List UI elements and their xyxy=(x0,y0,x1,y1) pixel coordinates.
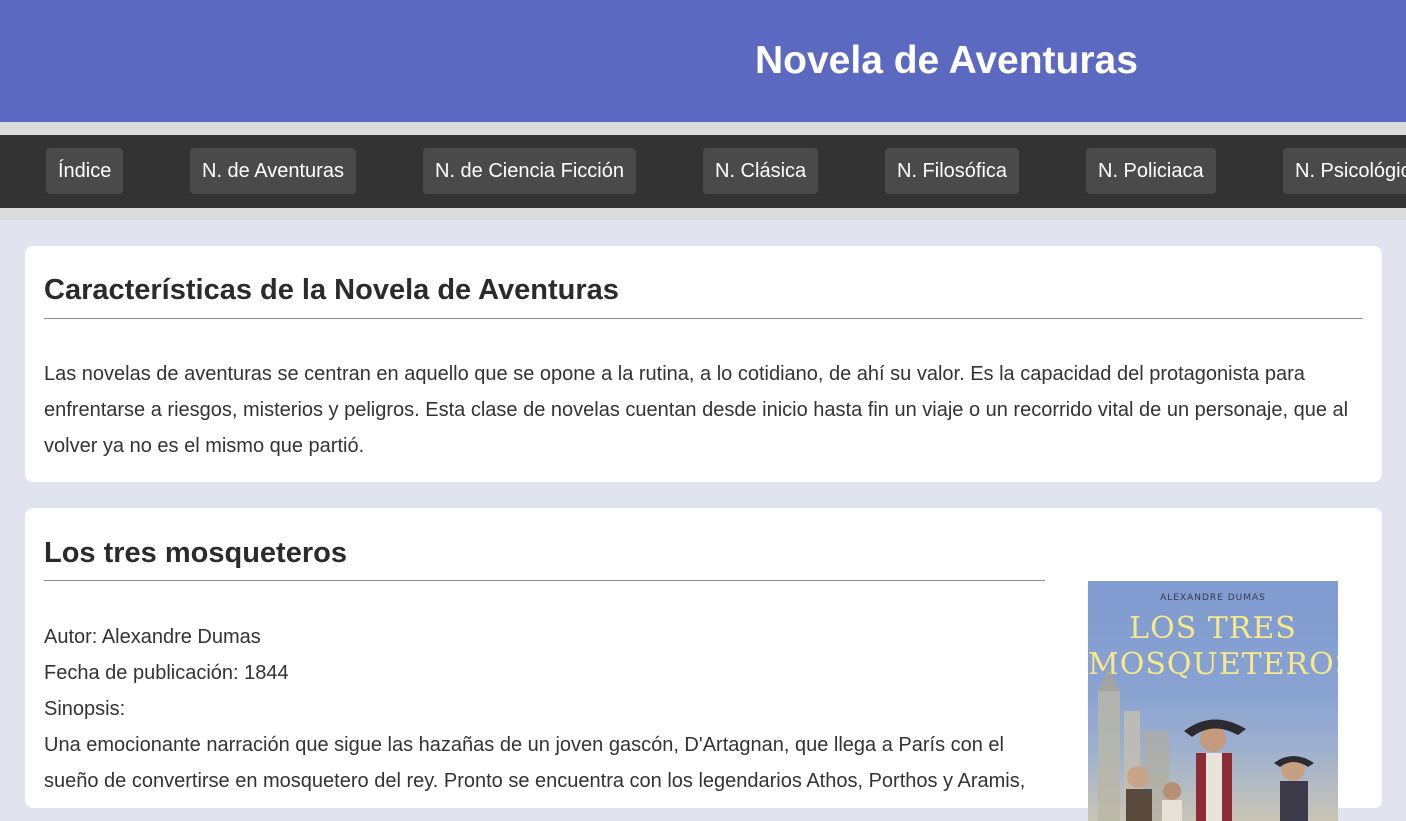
book-synopsis-line: Una emocionante narración que sigue las … xyxy=(44,734,1004,756)
nav-item-aventuras[interactable]: N. de Aventuras xyxy=(190,148,356,194)
book-synopsis-label: Sinopsis: xyxy=(44,698,126,720)
nav-item-indice[interactable]: Índice xyxy=(46,148,124,194)
nav-item-ciencia-ficcion[interactable]: N. de Ciencia Ficción xyxy=(423,148,636,194)
book-title-divider xyxy=(44,580,1045,581)
nav-item-psicologica[interactable]: N. Psicológica xyxy=(1283,148,1406,194)
nav-bar: Índice N. de Aventuras N. de Ciencia Fic… xyxy=(0,135,1406,208)
cover-illustration xyxy=(1098,667,1314,821)
nav-item-policiaca[interactable]: N. Policiaca xyxy=(1086,148,1216,194)
nav-item-filosofica[interactable]: N. Filosófica xyxy=(885,148,1020,194)
book-author: Autor: Alexandre Dumas xyxy=(44,626,261,648)
nav-divider xyxy=(0,208,1406,220)
characteristics-card: Características de la Novela de Aventura… xyxy=(25,246,1382,482)
characteristics-title: Características de la Novela de Aventura… xyxy=(44,274,619,306)
page-header: Novela de Aventuras xyxy=(0,0,1406,122)
header-divider xyxy=(0,122,1406,135)
title-divider xyxy=(44,318,1363,319)
book-publication-date: Fecha de publicación: 1844 xyxy=(44,662,289,684)
page-title: Novela de Aventuras xyxy=(755,39,1138,82)
book-cover-image: ALEXANDRE DUMAS LOS TRES MOSQUETEROS xyxy=(1088,581,1338,821)
characteristics-text: Las novelas de aventuras se centran en a… xyxy=(44,363,1349,457)
book-synopsis-line: sueño de convertirse en mosquetero del r… xyxy=(44,770,1026,792)
book-card: Los tres mosqueteros Autor: Alexandre Du… xyxy=(25,508,1382,821)
book-title: Los tres mosqueteros xyxy=(44,537,347,569)
nav-item-clasica[interactable]: N. Clásica xyxy=(703,148,819,194)
